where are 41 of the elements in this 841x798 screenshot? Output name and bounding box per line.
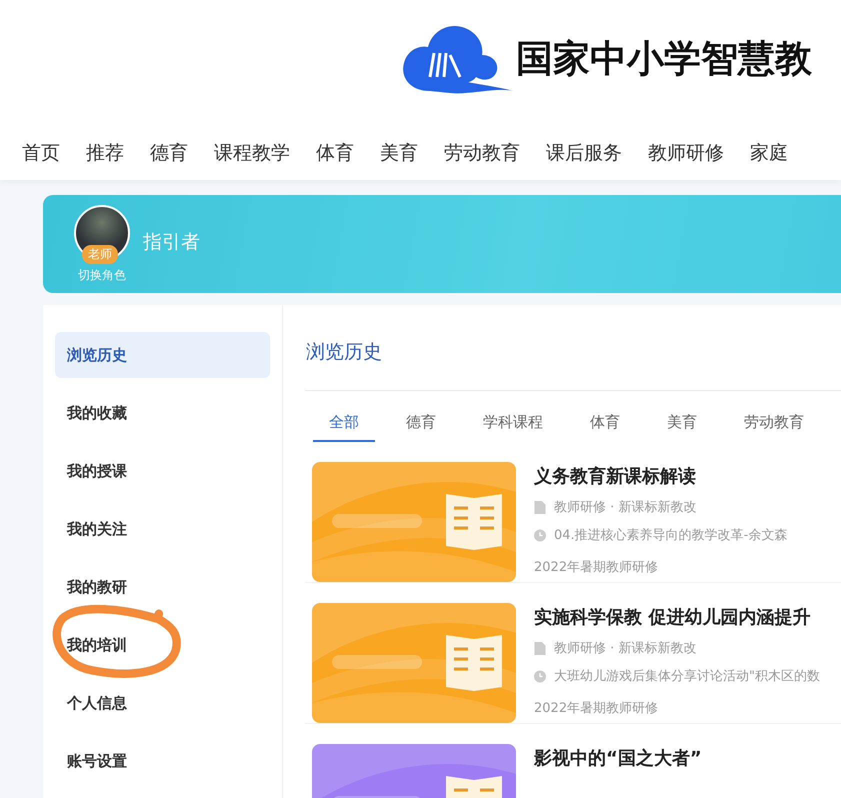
nav-link[interactable]: 教师研修 bbox=[648, 140, 724, 166]
role-badge: 老师 bbox=[82, 244, 118, 264]
clock-icon bbox=[534, 528, 546, 542]
nav-link[interactable]: 体育 bbox=[316, 140, 354, 166]
course-title[interactable]: 义务教育新课标解读 bbox=[534, 464, 788, 488]
course-category: 教师研修 · 新课标新教改 bbox=[554, 499, 696, 516]
sidebar-item[interactable]: 浏览历史 bbox=[55, 332, 270, 378]
filter-tab[interactable]: 学科课程 bbox=[467, 413, 559, 442]
course-title[interactable]: 实施科学保教 促进幼儿园内涵提升 bbox=[534, 605, 820, 629]
sidebar-item[interactable]: 个人信息 bbox=[55, 680, 270, 726]
filter-tab[interactable]: 全部 bbox=[313, 413, 375, 442]
sidebar-item[interactable]: 我的关注 bbox=[55, 506, 270, 552]
nav-link[interactable]: 首页 bbox=[22, 140, 60, 166]
filter-tab[interactable]: 美育 bbox=[651, 413, 713, 442]
nav-link[interactable]: 课后服务 bbox=[546, 140, 622, 166]
filter-tab[interactable]: 德育 bbox=[390, 413, 452, 442]
sidebar-item[interactable]: 我的教研 bbox=[55, 564, 270, 610]
sidebar-item[interactable]: 我的授课 bbox=[55, 448, 270, 494]
nav-link[interactable]: 课程教学 bbox=[214, 140, 290, 166]
lesson-name: 大班幼儿游戏后集体分享讨论活动"积木区的数 bbox=[554, 668, 820, 685]
sidebar-item[interactable]: 账号设置 bbox=[55, 738, 270, 784]
series-name: 2022年暑期教师研修 bbox=[534, 559, 660, 576]
user-name: 指引者 bbox=[143, 230, 200, 255]
nav-link[interactable]: 推荐 bbox=[86, 140, 124, 166]
filter-tab[interactable]: 劳动教育 bbox=[728, 413, 820, 442]
filter-tab[interactable]: 体育 bbox=[574, 413, 636, 442]
nav-link[interactable]: 美育 bbox=[380, 140, 418, 166]
nav-link[interactable]: 劳动教育 bbox=[444, 140, 520, 166]
nav-link[interactable]: 德育 bbox=[150, 140, 188, 166]
clock-icon bbox=[534, 670, 546, 682]
nav-link[interactable]: 家庭 bbox=[750, 140, 788, 166]
document-icon bbox=[534, 642, 546, 654]
lesson-name: 04.推进核心素养导向的教学改革-余文森 bbox=[554, 527, 788, 544]
series-name: 2022年暑期教师研修 bbox=[534, 700, 660, 717]
sidebar-item[interactable]: 我的收藏 bbox=[55, 390, 270, 436]
section-title: 浏览历史 bbox=[305, 305, 841, 391]
course-title[interactable]: 影视中的“国之大者” bbox=[534, 746, 702, 770]
course-category: 教师研修 · 新课标新教改 bbox=[554, 640, 696, 657]
document-icon bbox=[534, 500, 546, 514]
sidebar-item[interactable]: 我的培训 bbox=[55, 622, 270, 668]
site-title: 国家中小学智慧教 bbox=[516, 35, 812, 82]
